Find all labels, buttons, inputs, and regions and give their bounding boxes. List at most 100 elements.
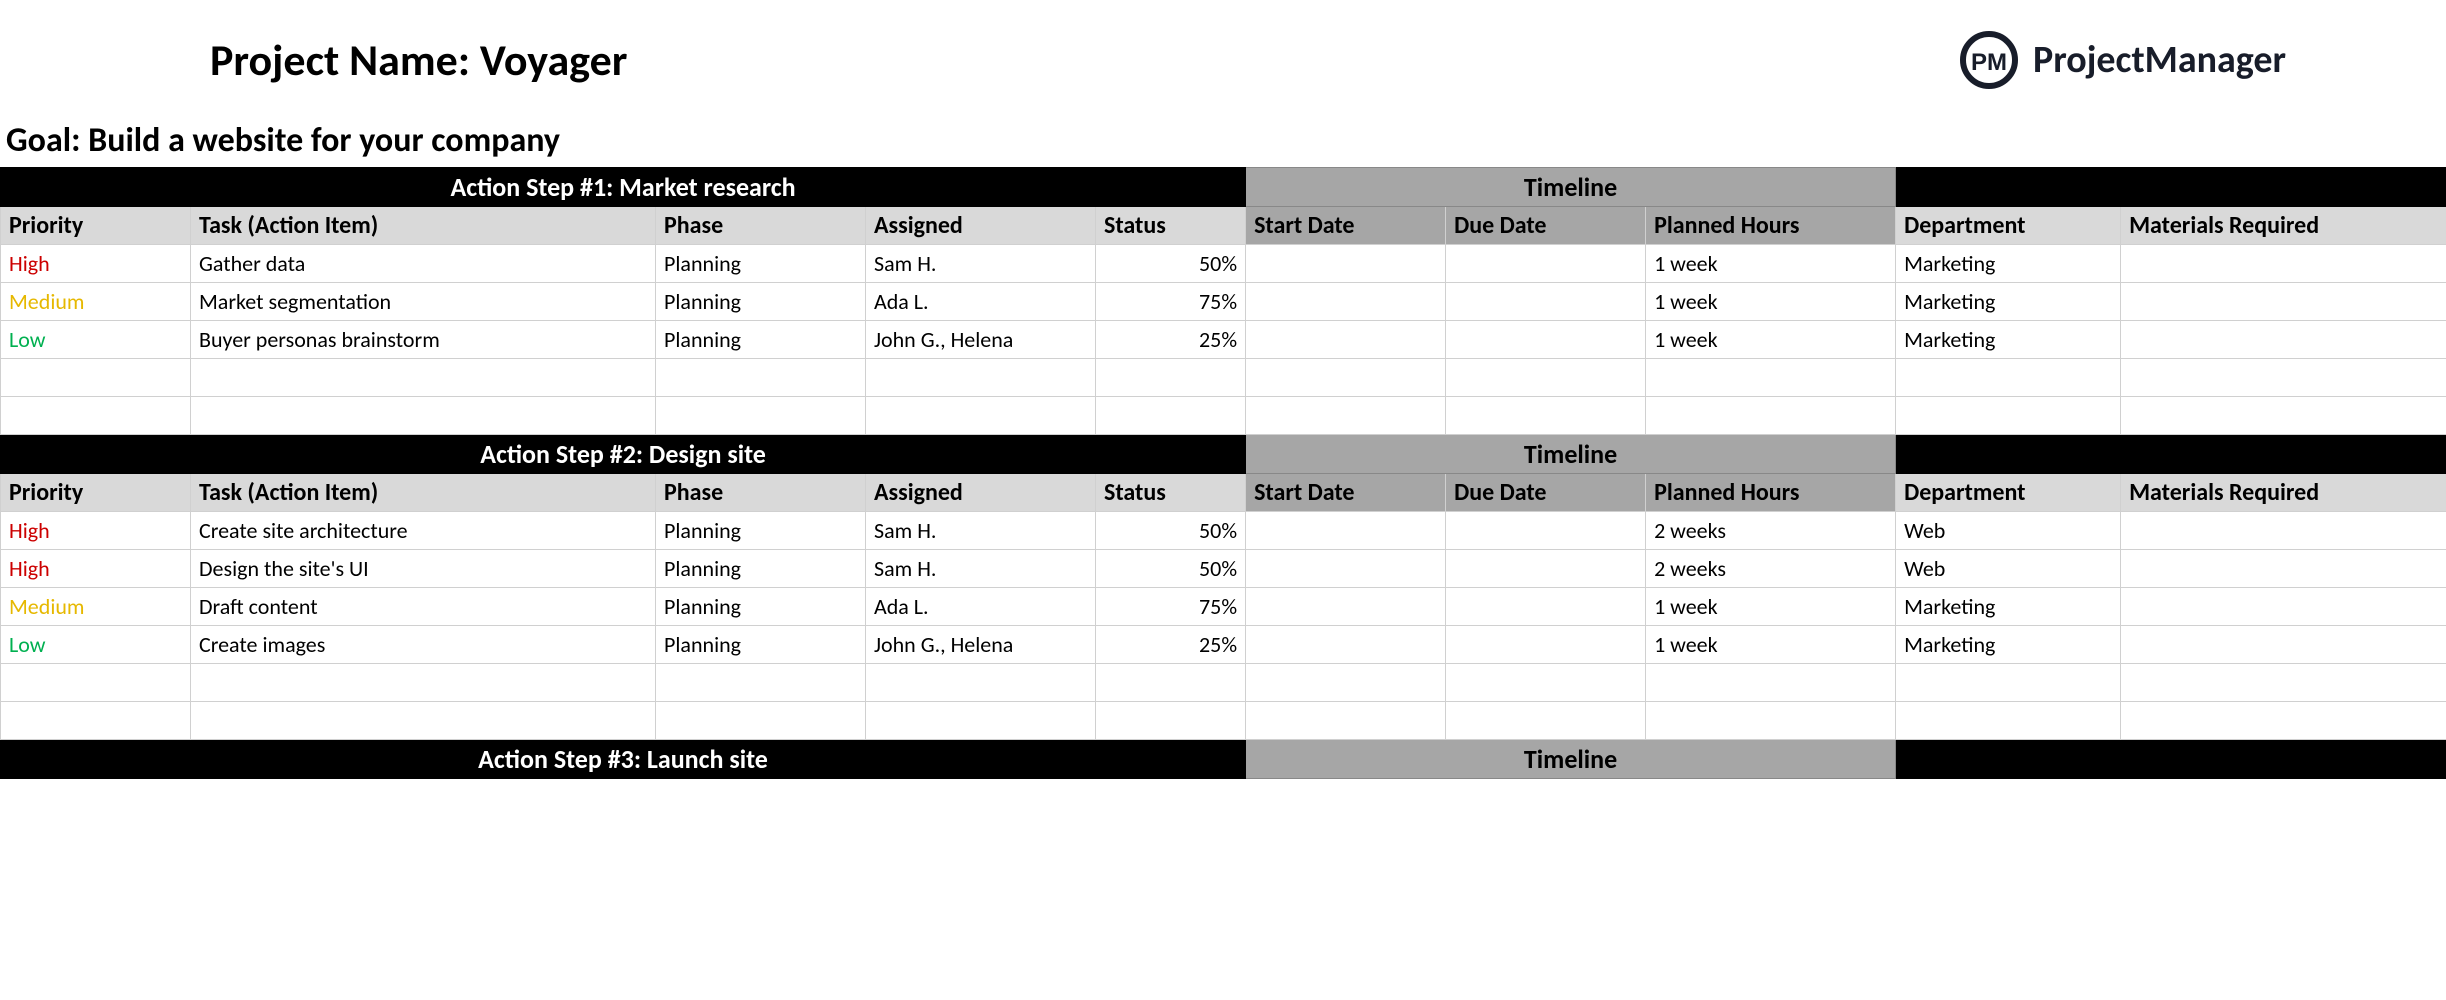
empty-cell bbox=[191, 664, 656, 702]
table-row: MediumDraft contentPlanningAda L.75%1 we… bbox=[1, 588, 2446, 626]
empty-cell bbox=[1896, 664, 2121, 702]
cell-start bbox=[1246, 283, 1446, 321]
empty-cell bbox=[1446, 664, 1646, 702]
timeline-band: Timeline bbox=[1246, 168, 1896, 207]
table-row: HighCreate site architecturePlanningSam … bbox=[1, 512, 2446, 550]
cell-priority: High bbox=[1, 512, 191, 550]
empty-cell bbox=[1246, 702, 1446, 740]
empty-cell bbox=[866, 664, 1096, 702]
col-start: Start Date bbox=[1246, 474, 1446, 512]
section-band: Action Step #1: Market researchTimeline bbox=[1, 168, 2446, 207]
col-assigned: Assigned bbox=[866, 474, 1096, 512]
cell-materials bbox=[2121, 588, 2446, 626]
empty-cell bbox=[656, 397, 866, 435]
empty-cell bbox=[1896, 359, 2121, 397]
cell-phase: Planning bbox=[656, 245, 866, 283]
cell-due bbox=[1446, 283, 1646, 321]
cell-due bbox=[1446, 588, 1646, 626]
cell-start bbox=[1246, 588, 1446, 626]
cell-assigned: Ada L. bbox=[866, 283, 1096, 321]
cell-status: 75% bbox=[1096, 283, 1246, 321]
cell-status: 25% bbox=[1096, 626, 1246, 664]
cell-due bbox=[1446, 321, 1646, 359]
cell-priority: High bbox=[1, 550, 191, 588]
cell-start bbox=[1246, 626, 1446, 664]
cell-status: 50% bbox=[1096, 550, 1246, 588]
table-row: LowCreate imagesPlanningJohn G., Helena2… bbox=[1, 626, 2446, 664]
col-materials: Materials Required bbox=[2121, 474, 2446, 512]
empty-cell bbox=[866, 359, 1096, 397]
empty-cell bbox=[1, 664, 191, 702]
empty-cell bbox=[1646, 359, 1896, 397]
empty-cell bbox=[1096, 664, 1246, 702]
table-row: HighGather dataPlanningSam H.50%1 weekMa… bbox=[1, 245, 2446, 283]
action-plan-table: Action Step #1: Market researchTimelineP… bbox=[0, 167, 2446, 779]
table-row: HighDesign the site's UIPlanningSam H.50… bbox=[1, 550, 2446, 588]
cell-start bbox=[1246, 321, 1446, 359]
empty-cell bbox=[866, 397, 1096, 435]
cell-priority: Medium bbox=[1, 283, 191, 321]
column-headers: PriorityTask (Action Item)PhaseAssignedS… bbox=[1, 207, 2446, 245]
col-task: Task (Action Item) bbox=[191, 474, 656, 512]
empty-cell bbox=[656, 664, 866, 702]
cell-priority: Medium bbox=[1, 588, 191, 626]
cell-status: 50% bbox=[1096, 245, 1246, 283]
cell-task: Create site architecture bbox=[191, 512, 656, 550]
empty-cell bbox=[1, 702, 191, 740]
cell-due bbox=[1446, 550, 1646, 588]
empty-cell bbox=[2121, 359, 2446, 397]
col-status: Status bbox=[1096, 474, 1246, 512]
empty-cell bbox=[866, 702, 1096, 740]
cell-dept: Web bbox=[1896, 550, 2121, 588]
cell-priority: Low bbox=[1, 321, 191, 359]
cell-materials bbox=[2121, 283, 2446, 321]
section-band: Action Step #2: Design siteTimeline bbox=[1, 435, 2446, 474]
empty-row bbox=[1, 702, 2446, 740]
col-status: Status bbox=[1096, 207, 1246, 245]
cell-materials bbox=[2121, 626, 2446, 664]
cell-dept: Marketing bbox=[1896, 626, 2121, 664]
section-title: Action Step #1: Market research bbox=[1, 168, 1246, 207]
band-spacer bbox=[1896, 740, 2446, 779]
cell-task: Design the site's UI bbox=[191, 550, 656, 588]
col-assigned: Assigned bbox=[866, 207, 1096, 245]
timeline-band: Timeline bbox=[1246, 740, 1896, 779]
cell-assigned: Sam H. bbox=[866, 245, 1096, 283]
cell-materials bbox=[2121, 321, 2446, 359]
timeline-band: Timeline bbox=[1246, 435, 1896, 474]
empty-cell bbox=[656, 359, 866, 397]
col-phase: Phase bbox=[656, 207, 866, 245]
cell-hours: 1 week bbox=[1646, 588, 1896, 626]
cell-hours: 2 weeks bbox=[1646, 550, 1896, 588]
col-hours: Planned Hours bbox=[1646, 207, 1896, 245]
col-dept: Department bbox=[1896, 474, 2121, 512]
brand-name: ProjectManager bbox=[2033, 37, 2286, 83]
cell-task: Draft content bbox=[191, 588, 656, 626]
cell-assigned: John G., Helena bbox=[866, 626, 1096, 664]
cell-task: Gather data bbox=[191, 245, 656, 283]
svg-text:PM: PM bbox=[1971, 49, 2007, 76]
cell-phase: Planning bbox=[656, 550, 866, 588]
cell-materials bbox=[2121, 550, 2446, 588]
empty-cell bbox=[1096, 702, 1246, 740]
cell-dept: Marketing bbox=[1896, 321, 2121, 359]
col-priority: Priority bbox=[1, 207, 191, 245]
cell-priority: Low bbox=[1, 626, 191, 664]
empty-cell bbox=[1, 359, 191, 397]
col-priority: Priority bbox=[1, 474, 191, 512]
cell-due bbox=[1446, 626, 1646, 664]
empty-cell bbox=[1896, 702, 2121, 740]
empty-cell bbox=[2121, 702, 2446, 740]
cell-start bbox=[1246, 512, 1446, 550]
cell-status: 75% bbox=[1096, 588, 1246, 626]
empty-cell bbox=[191, 702, 656, 740]
empty-cell bbox=[191, 359, 656, 397]
section-band: Action Step #3: Launch siteTimeline bbox=[1, 740, 2446, 779]
empty-cell bbox=[1, 397, 191, 435]
cell-status: 50% bbox=[1096, 512, 1246, 550]
empty-row bbox=[1, 664, 2446, 702]
cell-hours: 2 weeks bbox=[1646, 512, 1896, 550]
col-materials: Materials Required bbox=[2121, 207, 2446, 245]
cell-due bbox=[1446, 245, 1646, 283]
cell-dept: Marketing bbox=[1896, 283, 2121, 321]
